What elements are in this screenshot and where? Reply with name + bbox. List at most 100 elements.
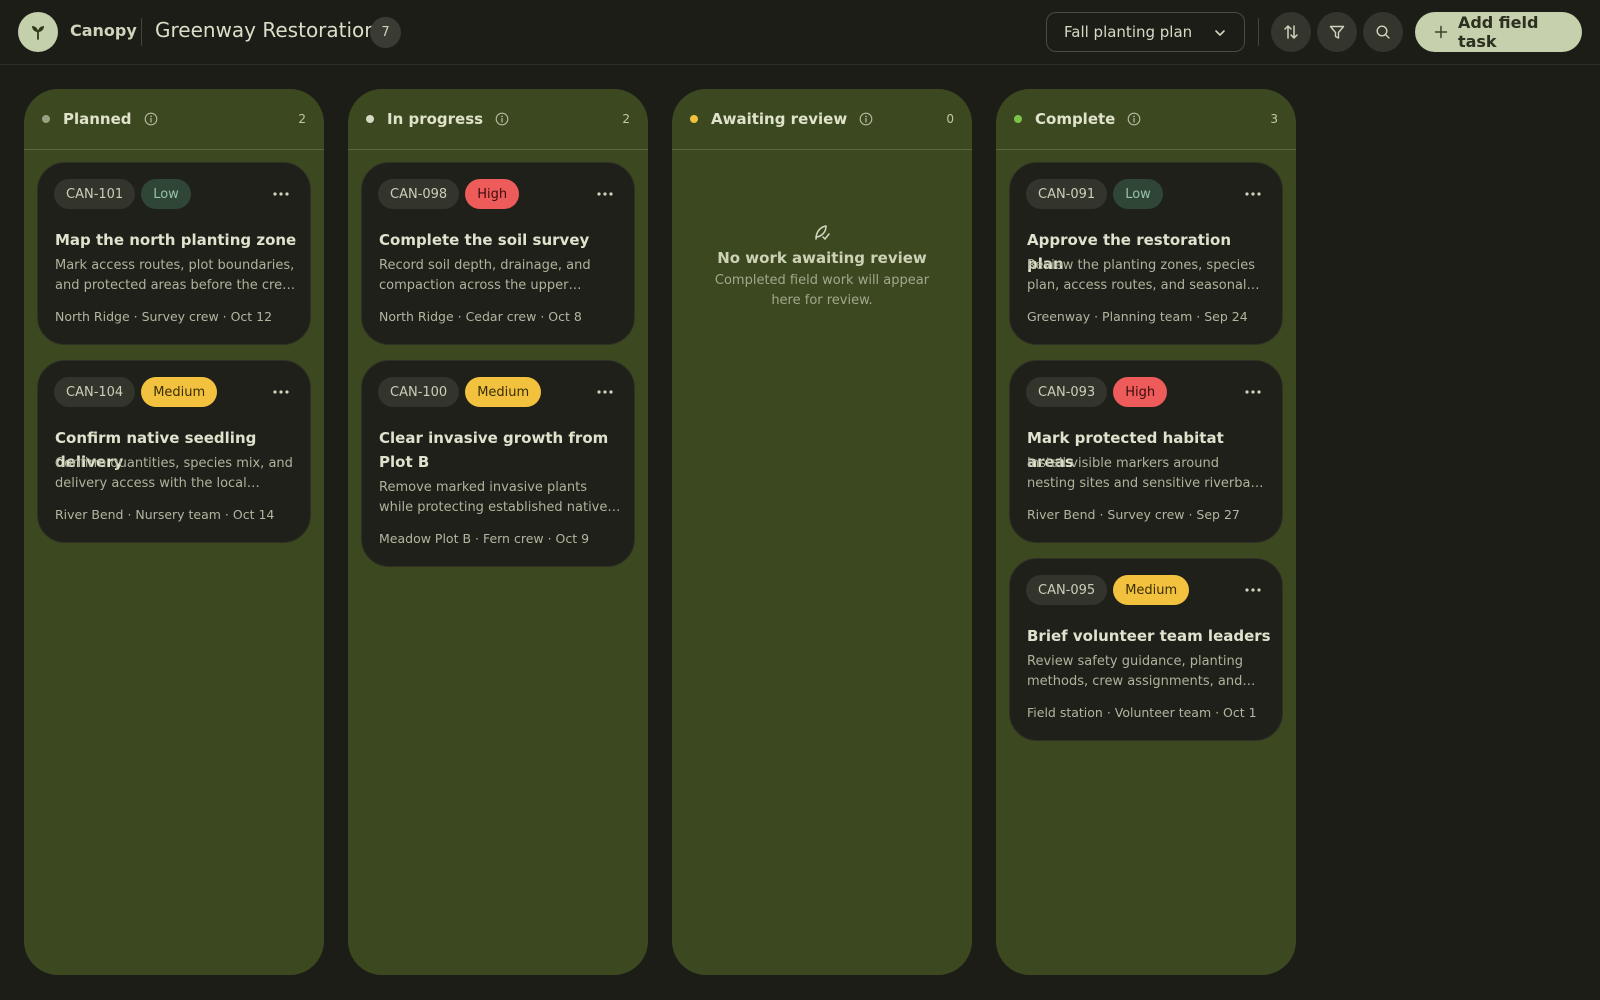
plan-select[interactable]: Fall planting plan [1046,12,1245,52]
priority-badge: Medium [141,377,218,407]
task-id: CAN-093 [1026,377,1108,407]
add-field-task-button[interactable]: Add field task [1415,12,1582,52]
column-title: In progress [387,110,484,128]
priority-badge: High [465,179,520,209]
task-meta: North Ridge · Survey crew · Oct 12 [55,309,273,324]
task-id: CAN-098 [378,179,460,209]
priority-badge: Low [1113,179,1163,209]
task-card[interactable]: CAN-095 Medium Brief volunteer team lead… [1009,558,1283,741]
task-description: Review the planting zones, species plan,… [1027,258,1255,293]
task-meta: River Bend · Survey crew · Sep 27 [1027,507,1240,522]
more-icon [273,192,289,196]
sprout-icon [32,26,44,40]
task-id: CAN-101 [54,179,136,209]
task-card[interactable]: CAN-098 High Complete the soil survey Re… [361,162,635,345]
task-id: CAN-100 [378,377,460,407]
status-dot [1014,115,1022,123]
task-meta: Greenway · Planning team · Sep 24 [1027,309,1248,324]
task-title: Map the north planting zone [55,231,297,249]
empty-state-text: Completed field work will appear here fo… [714,273,930,308]
status-dot [42,115,50,123]
task-meta: River Bend · Nursery team · Oct 14 [55,507,275,522]
more-icon [1245,588,1261,592]
status-dot [366,115,374,123]
more-options-button[interactable] [270,185,292,203]
task-card[interactable]: CAN-101 Low Map the north planting zone … [37,162,311,345]
task-meta: Meadow Plot B · Fern crew · Oct 9 [379,531,590,546]
column-count: 3 [1270,112,1278,126]
plus-icon [1434,25,1448,39]
column-count: 2 [298,112,306,126]
plan-select-value: Fall planting plan [1064,23,1193,41]
more-icon [1245,390,1261,394]
info-icon[interactable] [495,112,509,126]
filter-icon [1329,25,1345,39]
task-id: CAN-104 [54,377,136,407]
task-id: CAN-095 [1026,575,1108,605]
info-icon[interactable] [144,112,158,126]
task-title: Complete the soil survey [379,231,590,249]
more-options-button[interactable] [594,383,616,401]
task-description: Mark access routes, plot boundaries, and… [55,258,295,293]
column-awaiting-review: Awaiting review 0 No work awaiting revie… [672,89,972,975]
task-id: CAN-091 [1026,179,1108,209]
more-options-button[interactable] [1242,383,1264,401]
priority-badge: Medium [465,377,542,407]
priority-badge: High [1113,377,1168,407]
column-header: In progress 2 [348,89,648,150]
column-header: Planned 2 [24,89,324,150]
task-meta: Field station · Volunteer team · Oct 1 [1027,705,1257,720]
search-icon [1376,25,1390,39]
task-description: Review safety guidance, planting methods… [1027,654,1243,689]
column-header: Awaiting review 0 [672,89,972,150]
column-title: Awaiting review [711,110,848,128]
search-button[interactable] [1363,12,1403,52]
priority-badge: Medium [1113,575,1190,605]
empty-state: No work awaiting review Completed field … [672,223,972,311]
column-count: 2 [622,112,630,126]
task-card[interactable]: CAN-091 Low Approve the restoration plan… [1009,162,1283,345]
leaf-check-icon [815,225,830,240]
task-count-badge: 7 [370,17,401,48]
task-meta: North Ridge · Cedar crew · Oct 8 [379,309,582,324]
info-icon[interactable] [1127,112,1141,126]
more-icon [1245,192,1261,196]
more-icon [273,390,289,394]
column-complete: Complete 3 CAN-091 Low Approve the resto… [996,89,1296,975]
task-title: Clear invasive growth from Plot B [379,429,609,471]
task-title: Brief volunteer team leaders [1027,627,1271,645]
chevron-down-icon [1215,30,1225,36]
more-options-button[interactable] [1242,185,1264,203]
more-icon [597,192,613,196]
empty-state-title: No work awaiting review [717,249,927,267]
board-title: Greenway Restoration [155,18,377,42]
task-description: Confirm quantities, species mix, and del… [55,456,293,491]
more-options-button[interactable] [270,383,292,401]
top-bar: Canopy Greenway Restoration 7 Fall plant… [0,0,1600,65]
brand-name: Canopy [70,21,137,40]
canopy-logo[interactable] [18,12,58,52]
more-icon [597,390,613,394]
column-planned: Planned 2 CAN-101 Low Map the north plan… [24,89,324,975]
task-card[interactable]: CAN-104 Medium Confirm native seedling d… [37,360,311,543]
column-title: Complete [1035,110,1116,128]
sort-button[interactable] [1271,12,1311,52]
task-description: Record soil depth, drainage, and compact… [379,258,591,293]
column-in-progress: In progress 2 CAN-098 High Complete the … [348,89,648,975]
more-options-button[interactable] [594,185,616,203]
header-divider [1258,18,1259,46]
more-options-button[interactable] [1242,581,1264,599]
task-card[interactable]: CAN-093 High Mark protected habitat area… [1009,360,1283,543]
column-header: Complete 3 [996,89,1296,150]
status-dot [690,115,698,123]
column-count: 0 [946,112,954,126]
task-description: Install visible markers around nesting s… [1027,456,1267,491]
task-card[interactable]: CAN-100 Medium Clear invasive growth fro… [361,360,635,567]
add-field-task-label: Add field task [1457,13,1539,51]
filter-button[interactable] [1317,12,1357,52]
column-title: Planned [63,110,132,128]
info-icon[interactable] [859,112,873,126]
task-description: Remove marked invasive plants while prot… [379,480,608,515]
priority-badge: Low [141,179,191,209]
sort-icon [1284,25,1298,39]
